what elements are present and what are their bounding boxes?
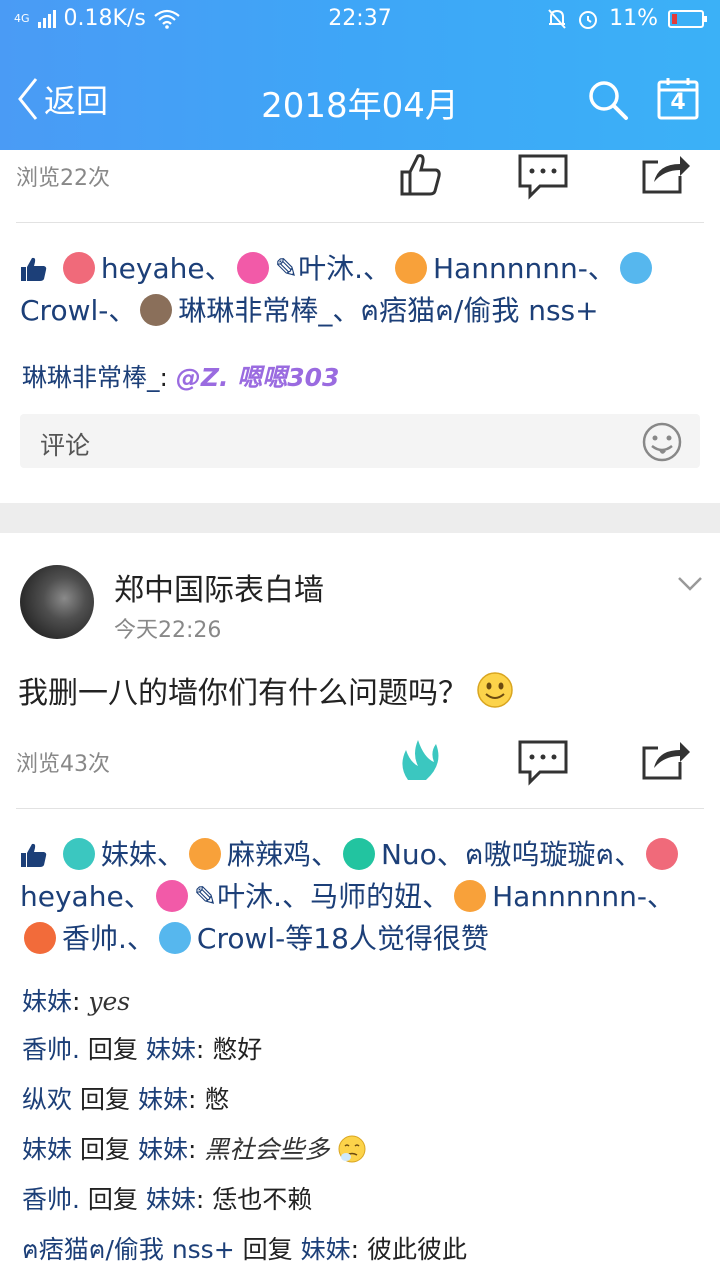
comment-row: ฅ痞猫ฅ/偷我 nss+ 回复 妹妹: 彼此彼此 bbox=[22, 1235, 467, 1264]
comment-text: @Z. 嗯嗯303 bbox=[175, 363, 340, 392]
like-filled-icon bbox=[21, 843, 47, 867]
rank-badge-icon bbox=[140, 294, 173, 326]
post2-likes: 妹妹、 麻辣鸡、 Nuo、ฅ嗷呜璇璇ฅ、heyahe、 ✎叶沐.、马师的妞、 Hannn… bbox=[20, 834, 710, 960]
post1-likes: heyahe、 ✎叶沐.、 Hannnnnn-、Crowl-、 琳琳非常棒_、ฅ痞猫ฅ… bbox=[20, 248, 710, 332]
comment-author[interactable]: 妹妹 bbox=[22, 1135, 72, 1164]
swirl-badge-icon bbox=[342, 838, 375, 870]
liker-name[interactable]: Hannnnnn- bbox=[433, 252, 588, 285]
comment-icon[interactable] bbox=[516, 738, 570, 786]
view-count: 浏览43次 bbox=[16, 752, 110, 777]
liked-wing-icon[interactable] bbox=[394, 736, 448, 784]
comment-author[interactable]: 香帅. bbox=[22, 1185, 80, 1214]
post-content: 我删一八的墙你们有什么问题吗？ bbox=[18, 668, 514, 712]
comment-author[interactable]: 琳琳非常棒_ bbox=[22, 363, 160, 392]
liker-name[interactable]: ฅ嗷呜璇璇ฅ bbox=[465, 838, 614, 871]
liker-name[interactable]: ✎叶沐. bbox=[275, 252, 363, 285]
calendar-button[interactable]: 4 bbox=[656, 76, 700, 120]
view-count: 浏览22次 bbox=[16, 166, 110, 191]
share-icon[interactable] bbox=[640, 150, 694, 198]
mute-bell-icon bbox=[548, 8, 566, 29]
comment-text: 憋 bbox=[204, 1085, 230, 1114]
comment-text: 恁也不赖 bbox=[212, 1185, 313, 1214]
emoji-icon[interactable] bbox=[642, 422, 682, 462]
post-time: 今天22:26 bbox=[114, 618, 222, 643]
comment-row: 香帅. 回复 妹妹: 恁也不赖 bbox=[22, 1185, 313, 1214]
liker-name[interactable]: Crowl- bbox=[20, 294, 108, 327]
comment-row: 纵欢 回复 妹妹: 憋 bbox=[22, 1085, 230, 1114]
flame-badge-icon bbox=[24, 922, 56, 954]
navbar: 返回 2018年04月 4 bbox=[0, 58, 720, 142]
comment-placeholder: 评论 bbox=[40, 431, 91, 460]
comment-author[interactable]: 香帅. bbox=[22, 1035, 80, 1064]
chevron-down-icon[interactable] bbox=[676, 574, 704, 594]
alarm-icon bbox=[579, 10, 598, 29]
user-badge-icon bbox=[155, 880, 188, 912]
search-icon[interactable] bbox=[586, 78, 630, 122]
snowflake-badge-icon bbox=[619, 252, 652, 284]
liker-name[interactable]: 琳琳非常棒_ bbox=[178, 294, 332, 327]
comment-author[interactable]: ฅ痞猫ฅ/偷我 nss+ bbox=[22, 1235, 235, 1264]
like-thumb-icon[interactable] bbox=[394, 150, 448, 198]
comment-author[interactable]: 纵欢 bbox=[22, 1085, 72, 1114]
comment-row: 香帅. 回复 妹妹: 憋好 bbox=[22, 1035, 263, 1064]
avatar[interactable] bbox=[20, 565, 94, 639]
smile-emoji-icon bbox=[477, 672, 513, 708]
calendar-day: 4 bbox=[670, 90, 686, 115]
liker-name[interactable]: 马师的妞 bbox=[310, 880, 422, 913]
share-icon[interactable] bbox=[640, 736, 694, 784]
liker-name[interactable]: heyahe bbox=[20, 880, 124, 913]
user-badge-icon bbox=[236, 252, 269, 284]
comment-row: 琳琳非常棒_: @Z. 嗯嗯303 bbox=[22, 363, 340, 392]
poster-name[interactable]: 郑中国际表白墙 bbox=[114, 565, 324, 609]
likes-summary[interactable]: 等18人觉得很赞 bbox=[285, 922, 489, 955]
divider bbox=[16, 808, 704, 809]
liker-name[interactable]: 香帅. bbox=[62, 922, 127, 955]
battery-percent: 11% bbox=[609, 6, 658, 31]
liker-name[interactable]: Crowl- bbox=[197, 922, 285, 955]
snowflake-badge-icon bbox=[158, 922, 191, 954]
reply-target[interactable]: 妹妹 bbox=[138, 1085, 188, 1114]
wing-badge-icon bbox=[62, 838, 95, 870]
clock: 22:37 bbox=[328, 6, 392, 31]
liker-name[interactable]: ✎叶沐. bbox=[194, 880, 282, 913]
comment-text: 彼此彼此 bbox=[366, 1235, 467, 1264]
app-header: 4G 0.18K/s 22:37 11% 返回 2018年04月 4 bbox=[0, 0, 720, 150]
divider bbox=[16, 222, 704, 223]
user-badge-icon bbox=[62, 252, 95, 284]
liker-name[interactable]: Nuo bbox=[381, 838, 437, 871]
comment-text: 憋好 bbox=[212, 1035, 263, 1064]
status-bar: 4G 0.18K/s 22:37 11% bbox=[0, 0, 720, 38]
post-text: 我删一八的墙你们有什么问题吗？ bbox=[18, 676, 468, 711]
reply-target[interactable]: 妹妹 bbox=[146, 1035, 196, 1064]
user-badge-icon bbox=[646, 838, 679, 870]
comment-author[interactable]: 妹妹 bbox=[22, 987, 72, 1016]
liker-name[interactable]: 妹妹 bbox=[101, 838, 157, 871]
moon-badge-icon bbox=[454, 880, 487, 912]
like-filled-icon bbox=[21, 257, 47, 281]
comment-row: 妹妹 回复 妹妹: 黑社会些多 bbox=[22, 1130, 367, 1166]
liker-name[interactable]: heyahe bbox=[101, 252, 205, 285]
comment-row: 妹妹: yes bbox=[22, 987, 131, 1016]
liker-name[interactable]: 麻辣鸡 bbox=[227, 838, 311, 871]
liker-name[interactable]: Hannnnnn- bbox=[492, 880, 647, 913]
section-separator bbox=[0, 503, 720, 533]
sweat-emoji-icon bbox=[338, 1135, 366, 1163]
comment-text: yes bbox=[88, 987, 131, 1016]
liker-name[interactable]: ฅ痞猫ฅ/偷我 nss+ bbox=[360, 294, 598, 327]
reply-target[interactable]: 妹妹 bbox=[301, 1235, 351, 1264]
moon-badge-icon bbox=[395, 252, 427, 284]
reply-target[interactable]: 妹妹 bbox=[146, 1185, 196, 1214]
reply-target[interactable]: 妹妹 bbox=[138, 1135, 188, 1164]
moon-badge-icon bbox=[188, 838, 221, 870]
comment-text: 黑社会些多 bbox=[204, 1135, 330, 1164]
battery-icon bbox=[668, 9, 707, 28]
comment-input[interactable]: 评论 bbox=[20, 414, 700, 468]
comment-icon[interactable] bbox=[516, 152, 570, 200]
